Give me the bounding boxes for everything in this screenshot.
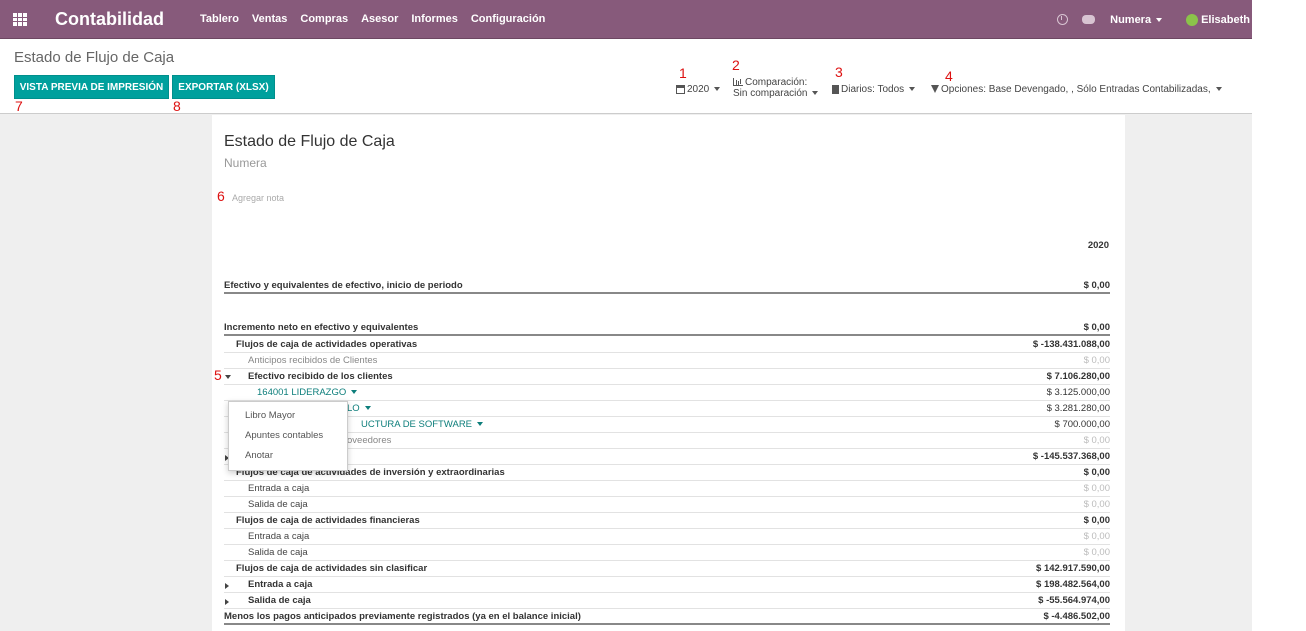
table-row[interactable]: Salida de caja $ 0,00: [224, 545, 1110, 561]
menu-ventas[interactable]: Ventas: [252, 13, 287, 25]
annotation-marker: 3: [835, 64, 843, 80]
journals-value: Diarios: Todos: [841, 84, 905, 95]
chevron-down-icon: [1215, 87, 1222, 92]
user-avatar[interactable]: [1186, 13, 1199, 26]
table-row[interactable]: Efectivo y equivalentes de efectivo, ini…: [224, 278, 1110, 294]
company-switcher[interactable]: Numera: [1110, 13, 1163, 26]
chevron-down-icon: [351, 390, 358, 395]
activity-clock-icon[interactable]: [1057, 14, 1069, 25]
account-link[interactable]: LO: [347, 403, 371, 414]
report-company: Numera: [224, 156, 267, 170]
bar-chart-icon: [733, 78, 743, 87]
account-link[interactable]: 164001 LIDERAZGO: [257, 387, 358, 398]
table-row[interactable]: Entrada a caja $ 0,00: [224, 481, 1110, 497]
messages-chat-icon[interactable]: [1082, 15, 1096, 24]
column-header-year: 2020: [1087, 240, 1109, 251]
chevron-down-icon: [364, 406, 371, 411]
table-row[interactable]: Efectivo recibido de los clientes $ 7.10…: [224, 369, 1110, 385]
print-preview-button[interactable]: VISTA PREVIA DE IMPRESIÓN: [14, 75, 169, 99]
table-row[interactable]: Flujos de caja de actividades operativas…: [224, 337, 1110, 353]
options-filter[interactable]: Opciones: Base Devengado, , Sólo Entrada…: [931, 84, 1222, 95]
annotation-marker: 1: [679, 65, 687, 81]
annotation-marker: 4: [945, 68, 953, 84]
period-filter[interactable]: 2020: [676, 84, 721, 95]
top-navbar: Contabilidad Tablero Ventas Compras Ases…: [0, 0, 1252, 39]
page-title: Estado de Flujo de Caja: [14, 49, 175, 66]
annotation-marker: 5: [214, 367, 222, 383]
table-row[interactable]: Entrada a caja $ 198.482.564,00: [224, 577, 1110, 593]
table-row[interactable]: Flujos de caja de actividades sin clasif…: [224, 561, 1110, 577]
chevron-down-icon: [812, 91, 819, 96]
menu-item-libro-mayor[interactable]: Libro Mayor: [245, 410, 295, 421]
main-menu: Tablero Ventas Compras Asesor Informes C…: [200, 13, 558, 25]
menu-tablero[interactable]: Tablero: [200, 13, 239, 25]
calendar-icon: [676, 84, 685, 94]
report-sheet: Estado de Flujo de Caja Numera Agregar n…: [212, 115, 1125, 631]
table-row[interactable]: $ -145.537.368,00: [224, 449, 1110, 465]
chevron-down-icon: [1156, 17, 1163, 22]
table-row[interactable]: UCTURA DE SOFTWARE $ 700.000,00: [224, 417, 1110, 433]
account-link[interactable]: UCTURA DE SOFTWARE: [361, 419, 484, 430]
comparison-filter[interactable]: Comparación: Sin comparación: [733, 77, 819, 99]
menu-item-anotar[interactable]: Anotar: [245, 450, 273, 461]
blank-margin: [1252, 0, 1306, 631]
period-value: 2020: [687, 84, 710, 95]
table-row[interactable]: LO $ 3.281.280,00: [224, 401, 1110, 417]
table-row[interactable]: Incremento neto en efectivo y equivalent…: [224, 320, 1110, 336]
app-window: Contabilidad Tablero Ventas Compras Ases…: [0, 0, 1252, 631]
menu-compras[interactable]: Compras: [300, 13, 348, 25]
options-value: Opciones: Base Devengado, , Sólo Entrada…: [941, 84, 1211, 95]
chevron-down-icon: [714, 87, 721, 92]
report-title: Estado de Flujo de Caja: [224, 133, 395, 150]
user-name[interactable]: Elisabeth: [1201, 14, 1250, 26]
menu-asesor[interactable]: Asesor: [361, 13, 398, 25]
table-row[interactable]: Flujos de caja de actividades de inversi…: [224, 465, 1110, 481]
chevron-down-icon: [909, 87, 916, 92]
table-row[interactable]: Salida de caja $ 0,00: [224, 497, 1110, 513]
control-panel: Estado de Flujo de Caja VISTA PREVIA DE …: [0, 39, 1252, 114]
menu-informes[interactable]: Informes: [411, 13, 457, 25]
table-row[interactable]: Flujos de caja de actividades financiera…: [224, 513, 1110, 529]
export-xlsx-button[interactable]: EXPORTAR (XLSX): [172, 75, 275, 99]
annotation-marker: 8: [173, 98, 181, 114]
table-row[interactable]: Anticipos recibidos de Clientes $ 0,00: [224, 353, 1110, 369]
navbar-systray: Numera Elisabeth: [1057, 0, 1252, 39]
annotation-marker: 2: [732, 57, 740, 73]
menu-configuracion[interactable]: Configuración: [471, 13, 546, 25]
comparison-value: Sin comparación: [733, 88, 808, 99]
expand-caret-icon[interactable]: [225, 599, 229, 605]
expand-caret-icon[interactable]: [225, 583, 229, 589]
add-note-link[interactable]: Agregar nota: [232, 193, 284, 203]
menu-item-apuntes-contables[interactable]: Apuntes contables: [245, 430, 323, 441]
annotation-marker: 6: [217, 188, 225, 204]
collapse-caret-icon[interactable]: [225, 375, 231, 379]
table-row[interactable]: oveedores $ 0,00: [224, 433, 1110, 449]
chevron-down-icon: [477, 422, 484, 427]
table-row[interactable]: 164001 LIDERAZGO $ 3.125.000,00: [224, 385, 1110, 401]
table-row[interactable]: Menos los pagos anticipados previamente …: [224, 609, 1110, 625]
journals-filter[interactable]: Diarios: Todos: [832, 84, 916, 95]
table-row[interactable]: Entrada a caja $ 0,00: [224, 529, 1110, 545]
company-name: Numera: [1110, 13, 1152, 26]
annotation-marker: 7: [15, 98, 23, 114]
table-row[interactable]: Salida de caja $ -55.564.974,00: [224, 593, 1110, 609]
app-brand[interactable]: Contabilidad: [55, 9, 164, 30]
book-icon: [832, 84, 839, 94]
apps-menu-icon[interactable]: [13, 13, 28, 26]
comparison-label: Comparación:: [745, 77, 808, 88]
filter-funnel-icon: [931, 85, 939, 94]
account-action-dropdown: Libro Mayor Apuntes contables Anotar: [228, 401, 348, 471]
